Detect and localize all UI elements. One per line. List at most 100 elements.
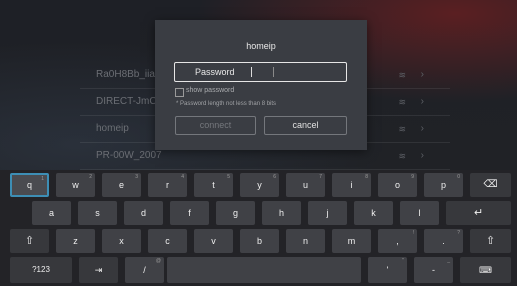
cancel-button[interactable]: cancel (264, 116, 347, 135)
key-hint: 7 (319, 174, 322, 180)
dash-key[interactable]: - _ (414, 257, 453, 283)
input-divider (273, 67, 274, 77)
on-screen-keyboard: q 1 w 2 e 3 r 4 t 5 y 6 u 7 i 8 o 9 p 0 ⌫ a s d f g h j k l ↵ ⇧ z x c v b n m,… (0, 170, 517, 286)
key-hint: 3 (135, 174, 138, 180)
wifi-lock-icon: ≋ (398, 151, 406, 161)
key-hint: 5 (227, 174, 230, 180)
key-m-label: m (347, 236, 356, 246)
text-cursor (251, 67, 252, 77)
key-n-label: n (302, 236, 308, 246)
key-t-label: t (212, 180, 215, 190)
key-o-key[interactable]: o9 (378, 173, 417, 197)
key-l-key[interactable]: l (400, 201, 439, 225)
key-u-key[interactable]: u7 (286, 173, 325, 197)
key-k-label: k (371, 208, 376, 218)
show-password-label[interactable]: show password (186, 87, 234, 94)
key-u-label: u (302, 180, 308, 190)
key-w-key[interactable]: w2 (56, 173, 95, 197)
key-s-label: s (95, 208, 100, 218)
chevron-right-icon: › (420, 69, 424, 80)
slash-key[interactable]: / @ (125, 257, 164, 283)
space-key[interactable] (167, 257, 361, 283)
key-x-label: x (119, 236, 124, 246)
key-c-key[interactable]: c (148, 229, 187, 253)
key-w-label: w (72, 180, 79, 190)
network-name: homeip (96, 123, 129, 134)
shift-right-key[interactable]: ⇧ (470, 229, 511, 253)
key-v-key[interactable]: v (194, 229, 233, 253)
key-a-key[interactable]: a (32, 201, 71, 225)
hide-keyboard-key[interactable]: ⌨ (460, 257, 511, 283)
key-o-label: o (394, 180, 400, 190)
shift-right-label: ⇧ (485, 235, 496, 247)
key-a-label: a (48, 208, 54, 218)
key-b-key[interactable]: b (240, 229, 279, 253)
key-hint: 9 (411, 174, 414, 180)
enter-label: ↵ (473, 207, 484, 219)
key-h-key[interactable]: h (262, 201, 301, 225)
key-q-key[interactable]: q1 (10, 173, 49, 197)
key-d-key[interactable]: d (124, 201, 163, 225)
key-i-key[interactable]: i8 (332, 173, 371, 197)
key-r-label: r (166, 180, 169, 190)
wifi-password-dialog: homeip Password show password * Password… (155, 20, 367, 150)
apostrophe-label: ' (386, 265, 389, 275)
key-k-key[interactable]: k (354, 201, 393, 225)
slash-label: / (143, 265, 146, 275)
key-e-label: e (118, 180, 124, 190)
password-input[interactable]: Password (174, 62, 347, 82)
key-z-label: z (73, 236, 78, 246)
key-j-key[interactable]: j (308, 201, 347, 225)
password-label: Password (195, 67, 235, 77)
key-r-key[interactable]: r4 (148, 173, 187, 197)
key-hint: @ (155, 258, 161, 264)
key-s-key[interactable]: s (78, 201, 117, 225)
key-hint: 6 (273, 174, 276, 180)
shift-left-label: ⇧ (24, 235, 35, 247)
key-m-key[interactable]: m (332, 229, 371, 253)
key-i-label: i (350, 180, 353, 190)
hide-keyboard-label: ⌨ (479, 265, 492, 275)
key-p-key[interactable]: p0 (424, 173, 463, 197)
password-hint: * Password length not less than 8 bits (176, 101, 277, 107)
key-hint: 0 (457, 174, 460, 180)
wifi-lock-icon: ≋ (398, 70, 406, 80)
dialog-title: homeip (246, 41, 276, 51)
show-password-checkbox[interactable] (175, 88, 184, 97)
key-f-key[interactable]: f (170, 201, 209, 225)
enter-key[interactable]: ↵ (446, 201, 511, 225)
key-y-key[interactable]: y6 (240, 173, 279, 197)
wifi-lock-icon: ≋ (398, 124, 406, 134)
key-x-key[interactable]: x (102, 229, 141, 253)
key-period-key[interactable]: .? (424, 229, 463, 253)
key-comma-label: , (396, 236, 399, 246)
symbols-key[interactable]: ?123 (10, 257, 72, 283)
key-hint: 2 (89, 174, 92, 180)
tab-label: ⇥ (94, 265, 103, 275)
key-e-key[interactable]: e3 (102, 173, 141, 197)
shift-left-key[interactable]: ⇧ (10, 229, 49, 253)
apostrophe-key[interactable]: ' " (368, 257, 407, 283)
key-c-label: c (165, 236, 170, 246)
key-h-label: h (278, 208, 284, 218)
key-hint: 1 (41, 176, 44, 182)
tab-key[interactable]: ⇥ (79, 257, 118, 283)
key-hint: _ (447, 258, 450, 264)
chevron-right-icon: › (420, 96, 424, 107)
chevron-right-icon: › (420, 150, 424, 161)
key-g-label: g (232, 208, 238, 218)
key-hint: ? (457, 230, 460, 236)
connect-button[interactable]: connect (175, 116, 256, 135)
network-name: PR-00W_2007 (96, 150, 162, 161)
key-n-key[interactable]: n (286, 229, 325, 253)
key-z-key[interactable]: z (56, 229, 95, 253)
key-comma-key[interactable]: ,! (378, 229, 417, 253)
key-hint: 4 (181, 174, 184, 180)
key-p-label: p (440, 180, 446, 190)
key-q-label: q (26, 180, 32, 190)
key-t-key[interactable]: t5 (194, 173, 233, 197)
key-g-key[interactable]: g (216, 201, 255, 225)
key-hint: " (402, 258, 404, 264)
chevron-right-icon: › (420, 123, 424, 134)
backspace-key[interactable]: ⌫ (470, 173, 511, 197)
